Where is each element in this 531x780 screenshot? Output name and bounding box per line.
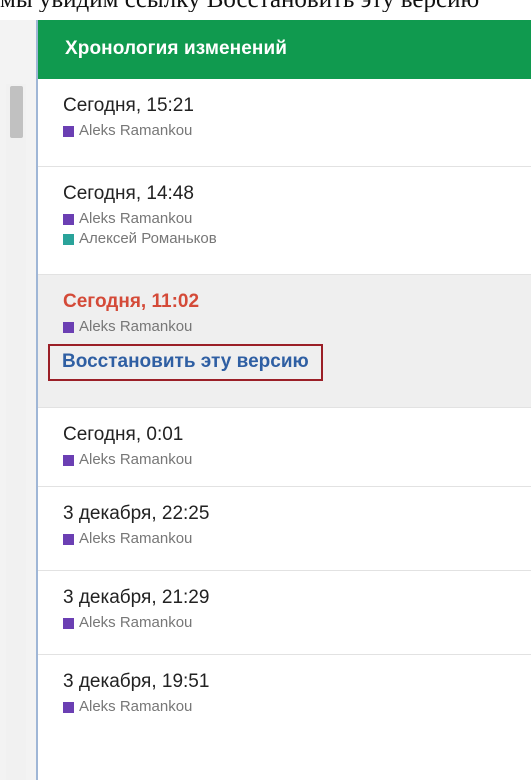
- revision-item[interactable]: Сегодня, 15:21 Aleks Ramankou: [38, 79, 531, 167]
- revision-author: Aleks Ramankou: [63, 122, 531, 140]
- revision-time: Сегодня, 15:21: [63, 95, 194, 116]
- revision-item[interactable]: Сегодня, 14:48 Aleks Ramankou Алексей Ро…: [38, 167, 531, 275]
- author-color-swatch-icon: [63, 213, 74, 225]
- author-name: Aleks Ramankou: [79, 318, 193, 335]
- author-color-swatch-icon: [63, 321, 74, 333]
- author-color-swatch-icon: [63, 233, 74, 245]
- revision-author: Aleks Ramankou: [63, 614, 531, 632]
- author-color-swatch-icon: [63, 125, 74, 137]
- revision-time: Сегодня, 11:02: [63, 291, 200, 312]
- revision-author: Aleks Ramankou: [63, 451, 531, 469]
- author-name: Алексей Романьков: [79, 230, 217, 247]
- author-name: Aleks Ramankou: [79, 698, 193, 715]
- scrollbar-thumb[interactable]: [10, 86, 23, 138]
- revision-author: Aleks Ramankou: [63, 698, 531, 716]
- revision-author: Алексей Романьков: [63, 230, 531, 248]
- author-color-swatch-icon: [63, 701, 74, 713]
- revision-history-header: Хронология изменений: [38, 20, 531, 79]
- revision-item[interactable]: 3 декабря, 22:25 Aleks Ramankou: [38, 487, 531, 571]
- revision-time: 3 декабря, 19:51: [63, 671, 210, 692]
- author-color-swatch-icon: [63, 454, 74, 466]
- revision-time: Сегодня, 0:01: [63, 424, 184, 445]
- article-caption: мы увидим ссылку Восстановить эту версию: [0, 0, 531, 12]
- author-color-swatch-icon: [63, 617, 74, 629]
- restore-version-link[interactable]: Восстановить эту версию: [48, 344, 323, 381]
- revision-item[interactable]: Сегодня, 0:01 Aleks Ramankou: [38, 408, 531, 487]
- revision-item-selected[interactable]: Сегодня, 11:02 Aleks Ramankou Восстанови…: [38, 275, 531, 408]
- revision-item[interactable]: 3 декабря, 19:51 Aleks Ramankou: [38, 655, 531, 739]
- revision-time: Сегодня, 14:48: [63, 183, 194, 204]
- revision-time: 3 декабря, 21:29: [63, 587, 210, 608]
- revision-author: Aleks Ramankou: [63, 530, 531, 548]
- scrollbar-track[interactable]: [6, 84, 26, 780]
- revision-time: 3 декабря, 22:25: [63, 503, 210, 524]
- revision-author: Aleks Ramankou: [63, 318, 531, 336]
- author-name: Aleks Ramankou: [79, 210, 193, 227]
- author-name: Aleks Ramankou: [79, 530, 193, 547]
- author-name: Aleks Ramankou: [79, 614, 193, 631]
- author-name: Aleks Ramankou: [79, 122, 193, 139]
- revision-author: Aleks Ramankou: [63, 210, 531, 228]
- panel-title: Хронология изменений: [65, 38, 288, 59]
- author-name: Aleks Ramankou: [79, 451, 193, 468]
- author-color-swatch-icon: [63, 533, 74, 545]
- revision-list: Сегодня, 15:21 Aleks Ramankou Сегодня, 1…: [38, 79, 531, 739]
- revision-item[interactable]: 3 декабря, 21:29 Aleks Ramankou: [38, 571, 531, 655]
